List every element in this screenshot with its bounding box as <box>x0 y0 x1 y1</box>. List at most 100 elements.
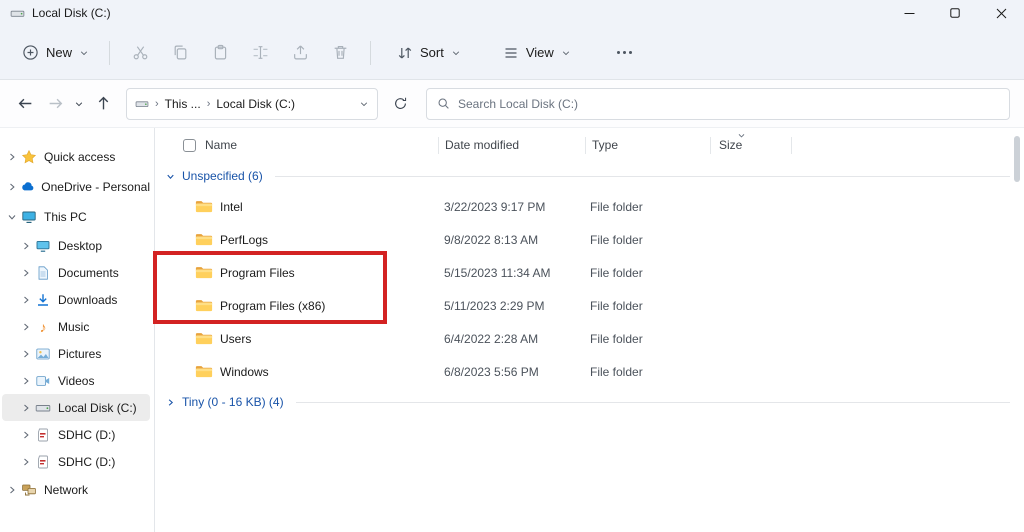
sidebar-label: Desktop <box>58 239 102 253</box>
sidebar-item-this-pc[interactable]: This PC <box>2 202 150 232</box>
sort-button[interactable]: Sort <box>387 38 471 68</box>
column-divider[interactable] <box>791 137 792 154</box>
chevron-right-icon[interactable] <box>20 240 32 252</box>
file-row-program-files[interactable]: Program Files 5/15/2023 11:34 AM File fo… <box>155 256 1024 289</box>
select-all-checkbox[interactable] <box>183 139 196 152</box>
sd-card-icon <box>35 427 51 443</box>
chevron-right-icon[interactable] <box>20 321 32 333</box>
up-arrow-icon <box>95 95 112 112</box>
chevron-right-icon[interactable] <box>6 484 18 496</box>
sidebar-item-quick-access[interactable]: Quick access <box>2 142 150 172</box>
sidebar-item-sdhc-1[interactable]: SDHC (D:) <box>2 421 150 448</box>
minimize-button[interactable] <box>886 0 932 26</box>
cut-button[interactable] <box>120 36 160 70</box>
search-icon <box>437 97 450 110</box>
sidebar-item-music[interactable]: ♪ Music <box>2 313 150 340</box>
paste-button[interactable] <box>200 36 240 70</box>
rename-button[interactable] <box>240 36 280 70</box>
column-header-type[interactable]: Type <box>586 128 710 162</box>
more-icon <box>617 51 632 54</box>
search-box[interactable] <box>426 88 1010 120</box>
rename-icon <box>252 44 269 61</box>
close-icon <box>996 8 1007 19</box>
file-size <box>708 322 788 355</box>
copy-button[interactable] <box>160 36 200 70</box>
file-row-users[interactable]: Users 6/4/2022 2:28 AM File folder <box>155 322 1024 355</box>
sidebar-item-pictures[interactable]: Pictures <box>2 340 150 367</box>
group-header-unspecified[interactable]: Unspecified (6) <box>155 162 1024 190</box>
sidebar-item-documents[interactable]: Documents <box>2 259 150 286</box>
chevron-right-icon[interactable] <box>6 181 18 193</box>
sidebar-item-videos[interactable]: Videos <box>2 367 150 394</box>
chevron-down-icon[interactable] <box>6 211 18 223</box>
file-date: 6/8/2023 5:56 PM <box>438 355 584 388</box>
sidebar-item-downloads[interactable]: Downloads <box>2 286 150 313</box>
sidebar-item-local-disk-c[interactable]: Local Disk (C:) <box>2 394 150 421</box>
chevron-right-icon[interactable] <box>20 429 32 441</box>
music-note-icon: ♪ <box>35 319 51 335</box>
chevron-right-icon[interactable] <box>165 397 176 408</box>
folder-icon <box>195 298 213 313</box>
up-button[interactable] <box>88 88 118 120</box>
column-header-date-modified[interactable]: Date modified <box>439 128 585 162</box>
file-list-pane: Name Date modified Type Size Unspecified… <box>155 128 1024 532</box>
maximize-button[interactable] <box>932 0 978 26</box>
share-icon <box>292 44 309 61</box>
sidebar-item-desktop[interactable]: Desktop <box>2 232 150 259</box>
forward-button[interactable] <box>40 88 70 120</box>
new-label: New <box>46 45 72 60</box>
search-input[interactable] <box>458 97 999 111</box>
size-filter-chevron-icon[interactable] <box>737 131 746 140</box>
file-row-intel[interactable]: Intel 3/22/2023 9:17 PM File folder <box>155 190 1024 223</box>
file-size <box>708 289 788 322</box>
file-type: File folder <box>584 190 708 223</box>
sidebar-label: OneDrive - Personal <box>41 180 150 194</box>
command-bar: New Sort <box>0 26 1024 80</box>
sidebar-item-network[interactable]: Network <box>2 475 150 505</box>
file-type: File folder <box>584 256 708 289</box>
chevron-right-icon[interactable] <box>20 267 32 279</box>
share-button[interactable] <box>280 36 320 70</box>
view-icon <box>503 45 519 61</box>
file-row-program-files-x86[interactable]: Program Files (x86) 5/11/2023 2:29 PM Fi… <box>155 289 1024 322</box>
more-options-button[interactable] <box>605 36 645 70</box>
recent-locations-button[interactable] <box>70 88 88 120</box>
group-label: Tiny (0 - 16 KB) (4) <box>182 395 284 409</box>
chevron-down-icon[interactable] <box>165 171 176 182</box>
sidebar-label: Quick access <box>44 150 115 164</box>
breadcrumb-root[interactable]: This ... <box>165 97 201 111</box>
column-header-size[interactable]: Size <box>711 128 791 162</box>
delete-button[interactable] <box>320 36 360 70</box>
file-type: File folder <box>584 355 708 388</box>
chevron-right-icon[interactable] <box>20 402 32 414</box>
group-header-tiny[interactable]: Tiny (0 - 16 KB) (4) <box>155 388 1024 416</box>
file-type: File folder <box>584 322 708 355</box>
sidebar-item-sdhc-2[interactable]: SDHC (D:) <box>2 448 150 475</box>
chevron-right-icon[interactable] <box>20 456 32 468</box>
breadcrumb-separator-icon: › <box>207 98 211 110</box>
folder-icon <box>195 232 213 247</box>
minimize-icon <box>904 8 915 19</box>
breadcrumb-current[interactable]: Local Disk (C:) <box>216 97 295 111</box>
new-button[interactable]: New <box>12 37 99 68</box>
chevron-right-icon[interactable] <box>20 348 32 360</box>
view-button[interactable]: View <box>493 38 581 68</box>
file-row-windows[interactable]: Windows 6/8/2023 5:56 PM File folder <box>155 355 1024 388</box>
file-name: Program Files (x86) <box>220 299 325 313</box>
navigation-pane: Quick access OneDrive - Personal This PC <box>0 128 155 532</box>
chevron-right-icon[interactable] <box>6 151 18 163</box>
drive-icon <box>35 400 51 416</box>
chevron-right-icon[interactable] <box>20 375 32 387</box>
scrollbar-thumb[interactable] <box>1014 136 1020 182</box>
refresh-button[interactable] <box>384 88 416 120</box>
close-button[interactable] <box>978 0 1024 26</box>
sidebar-item-onedrive[interactable]: OneDrive - Personal <box>2 172 150 202</box>
address-bar[interactable]: › This ... › Local Disk (C:) <box>126 88 378 120</box>
file-row-perflogs[interactable]: PerfLogs 9/8/2022 8:13 AM File folder <box>155 223 1024 256</box>
file-name: Intel <box>220 200 243 214</box>
address-dropdown-button[interactable] <box>359 99 369 109</box>
chevron-right-icon[interactable] <box>20 294 32 306</box>
back-button[interactable] <box>10 88 40 120</box>
trash-icon <box>332 44 349 61</box>
column-header-name[interactable]: Name <box>205 138 237 152</box>
